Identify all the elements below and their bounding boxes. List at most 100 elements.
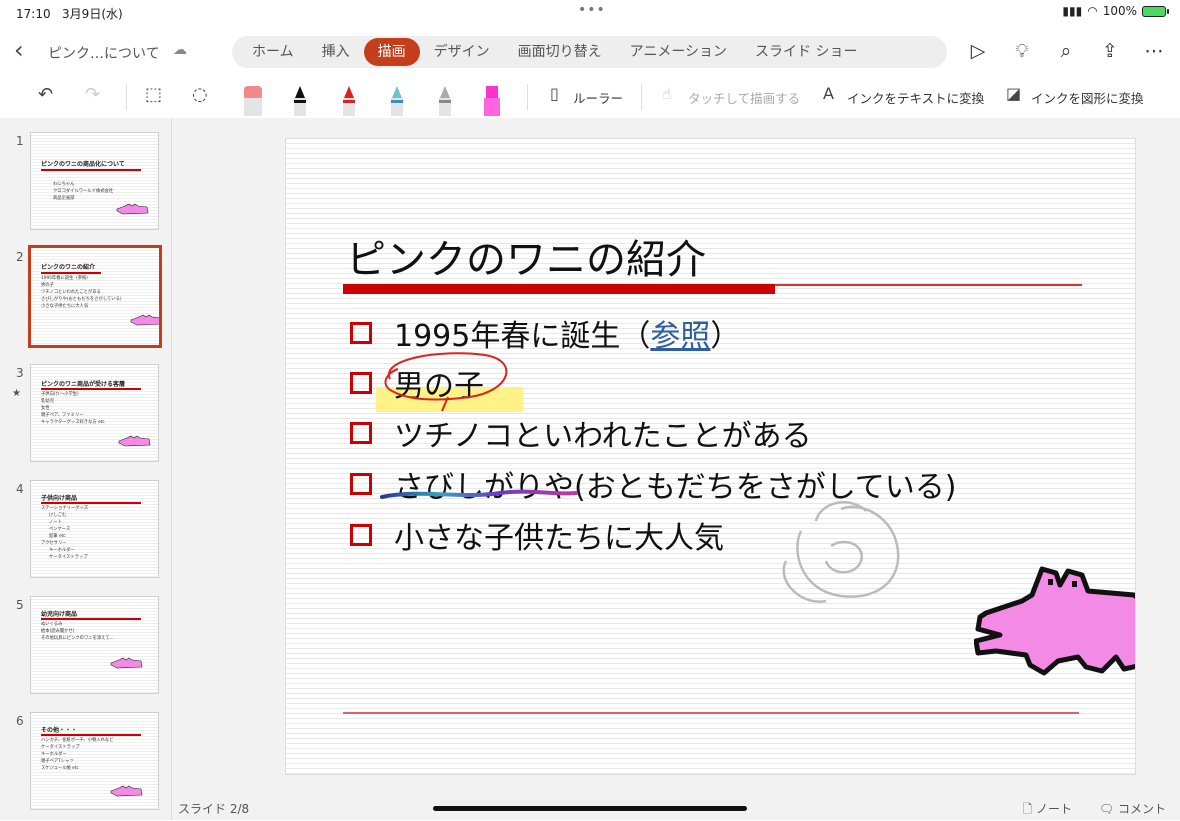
thumb-rule	[41, 169, 141, 171]
croc-thumb-icon	[130, 314, 159, 326]
thumb-rule	[41, 502, 141, 504]
comments-label: コメント	[1117, 802, 1166, 816]
lasso-icon[interactable]: ◌	[192, 84, 208, 105]
thumb-number: 2	[16, 250, 24, 264]
more-icon[interactable]: ⋯	[1142, 40, 1166, 62]
status-bar: 17:10 3月9日(水) ••• ▮▮▮ ◠ 100%	[0, 0, 1180, 24]
undo-icon[interactable]: ↶	[38, 84, 53, 105]
select-rect-icon[interactable]: ⬚	[145, 84, 162, 105]
thumb-line: スケジュール帳 etc	[41, 766, 79, 771]
multitasking-dots[interactable]: •••	[578, 2, 606, 18]
black-pen-icon[interactable]	[286, 84, 314, 116]
reference-link[interactable]: 参照	[650, 311, 710, 355]
ink-to-text-button[interactable]: インクをテキストに変換	[847, 88, 984, 107]
croc-thumb-icon	[110, 657, 143, 669]
pink-croc-image[interactable]	[974, 565, 1136, 677]
touch-draw-button[interactable]: タッチして描画する	[688, 88, 800, 107]
red-pen-icon[interactable]	[335, 84, 363, 116]
thumb-title: 幼児向け商品	[41, 611, 78, 618]
home-indicator[interactable]	[433, 806, 747, 811]
tab-animations[interactable]: アニメーション	[616, 38, 741, 66]
divider	[126, 84, 127, 110]
slide-indicator: スライド 2/8	[178, 802, 250, 816]
thumb-line: キャラクターグッズ好きな方 etc	[41, 420, 105, 425]
bullet-item[interactable]: ツチノコといわれたことがある	[350, 411, 812, 455]
tab-home[interactable]: ホーム	[238, 38, 308, 66]
eraser-icon[interactable]	[239, 84, 267, 116]
ribbon-tabs: ホーム 挿入 描画 デザイン 画面切り替え アニメーション スライド ショー	[232, 36, 947, 68]
tab-design[interactable]: デザイン	[420, 38, 504, 66]
slide-title[interactable]: ピンクのワニの紹介	[346, 227, 706, 285]
slide-thumbnail-4[interactable]: 子供向け商品 ステーショナリーグッズ けしごむ ノート ペンケース 鉛筆 etc…	[30, 480, 159, 578]
cloud-sync-icon[interactable]: ☁	[173, 42, 187, 58]
signal-icon: ▮▮▮	[1062, 4, 1083, 18]
bullet-text: ）	[710, 319, 741, 354]
comments-button[interactable]: 🗨︎ コメント	[1099, 800, 1166, 817]
battery-icon	[1142, 5, 1169, 17]
ruler-icon[interactable]: ▯	[550, 84, 559, 103]
document-title[interactable]: ピンク…について	[48, 43, 160, 63]
play-icon[interactable]: ▷	[966, 40, 990, 62]
notes-label: ノート	[1035, 802, 1072, 816]
search-icon[interactable]: ⌕	[1054, 40, 1078, 62]
ink-to-shape-icon[interactable]: ◪	[1006, 84, 1021, 103]
star-icon: ★	[12, 388, 21, 399]
thumb-rule	[41, 388, 141, 390]
ink-to-shape-button[interactable]: インクを図形に変換	[1031, 88, 1144, 107]
divider	[527, 84, 528, 110]
croc-thumb-icon	[118, 435, 151, 447]
slide-thumbnail-5[interactable]: 幼児向け商品 ぬいぐるみ 絵本(読み聞かせ) その他玩具にピンクのワニを添えて.…	[30, 596, 159, 694]
thumb-line: 商品企画部	[53, 196, 75, 201]
slide-thumbnail-3[interactable]: ピンクのワニ商品が受ける客層 子供向け(〜小学生) 乳幼児 女性 親子ペア、ファ…	[30, 364, 159, 462]
thumb-number: 6	[16, 714, 24, 728]
slide-thumbnail-1[interactable]: ピンクのワニの商品化について わにちゃん クロコダイルワールド株式会社 商品企画…	[30, 132, 159, 230]
red-ink-circle[interactable]	[370, 349, 520, 419]
bullet-box-icon	[350, 322, 372, 344]
thumb-rule	[41, 734, 141, 736]
bullet-box-icon	[350, 473, 372, 495]
thumb-line: 小さな子供たちに大人気	[41, 304, 89, 309]
bullet-text: 小さな子供たちに大人気	[394, 521, 724, 556]
thumb-number: 4	[16, 482, 24, 496]
footer-rule	[343, 712, 1079, 714]
slide-thumbnail-6[interactable]: その他・・・ ハンカチ、化粧ポーチ、小物入れなど ケータイストラップ キーホルダ…	[30, 712, 159, 810]
bullet-item[interactable]: 小さな子供たちに大人気	[350, 513, 724, 557]
tab-transitions[interactable]: 画面切り替え	[504, 38, 616, 66]
croc-thumb-icon	[116, 203, 149, 215]
redo-icon[interactable]: ↷	[85, 84, 100, 105]
status-time: 17:10 3月9日(水)	[16, 7, 123, 21]
tab-draw[interactable]: 描画	[363, 38, 420, 66]
thumb-line: その他玩具にピンクのワニを添えて...	[41, 636, 114, 641]
thumb-title: ピンクのワニ商品が受ける客層	[41, 381, 126, 388]
back-icon[interactable]: ‹	[14, 38, 24, 62]
ruler-button[interactable]: ルーラー	[573, 88, 623, 107]
notes-icon: 🗋︎	[1022, 802, 1036, 816]
highlighter-icon[interactable]	[477, 84, 505, 116]
ink-to-text-icon[interactable]: A	[823, 84, 834, 103]
thumb-number: 5	[16, 598, 24, 612]
touch-draw-icon[interactable]: ☝	[662, 84, 672, 103]
galaxy-ink-underline[interactable]	[380, 487, 580, 501]
tab-slideshow[interactable]: スライド ショー	[741, 38, 871, 66]
status-right: ▮▮▮ ◠ 100%	[1062, 4, 1169, 18]
thumb-rule	[41, 272, 101, 274]
pencil-sketch[interactable]	[771, 491, 921, 611]
galaxy-pen-icon[interactable]	[383, 84, 411, 116]
share-icon[interactable]: ⇪	[1098, 40, 1122, 62]
pencil-icon[interactable]	[431, 84, 459, 116]
tab-insert[interactable]: 挿入	[308, 38, 364, 66]
thumb-number: 1	[16, 134, 24, 148]
thumb-title: ピンクのワニの商品化について	[41, 161, 125, 168]
lightbulb-icon[interactable]: 💡︎	[1010, 40, 1034, 62]
divider	[641, 84, 642, 110]
current-slide[interactable]: ピンクのワニの紹介 1995年春に誕生（ 参照） 男の子 ツチノコといわれたことが…	[285, 138, 1136, 775]
thumb-number: 3	[16, 366, 24, 380]
top-tools: ▷ 💡︎ ⌕ ⇪ ⋯	[966, 40, 1166, 62]
thumb-line: ケータイストラップ	[49, 555, 88, 560]
slide-thumbnail-2[interactable]: ピンクのワニの紹介 1995年春に誕生（参照） 男の子 ツチノコといわれたことが…	[28, 245, 162, 348]
croc-thumb-icon	[110, 785, 143, 797]
notes-button[interactable]: 🗋︎ ノート	[1023, 800, 1072, 821]
thumb-title: ピンクのワニの紹介	[41, 264, 96, 271]
top-bar: ‹ ピンク…について ☁ ホーム 挿入 描画 デザイン 画面切り替え アニメーシ…	[0, 28, 1180, 76]
thumb-title: 子供向け商品	[41, 495, 78, 502]
